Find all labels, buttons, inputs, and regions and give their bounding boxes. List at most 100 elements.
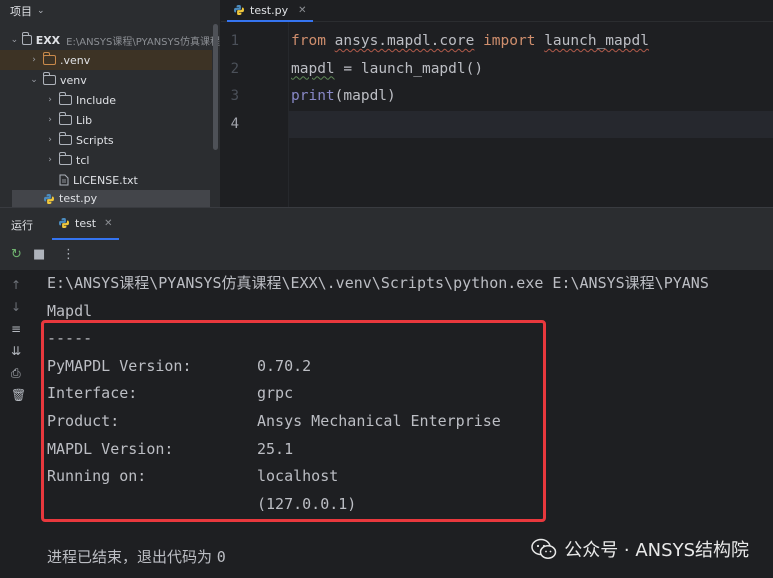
tree-item-label: test.py (59, 192, 98, 205)
code-line[interactable]: mapdl = launch_mapdl() (291, 56, 649, 84)
chevron-down-icon[interactable]: ⌄ (28, 75, 40, 85)
folder-icon (43, 72, 56, 85)
project-panel: 项目 ⌄ ⌄ EXX E:\ANSYS课程\PYANSYS仿真课程 › .ven… (0, 0, 220, 207)
run-side-toolbar: ↑ ↓ ≡ ⇊ ⎙ 🗑 (0, 270, 36, 578)
tree-item-lib[interactable]: › Lib (44, 110, 212, 130)
console-row: Product: Ansys Mechanical Enterprise (47, 408, 709, 436)
console-value: 0.70.2 (257, 356, 312, 375)
run-tab-label: test (75, 216, 97, 230)
root-name: EXX (35, 33, 61, 47)
chevron-right-icon[interactable]: › (44, 95, 56, 105)
console-key: PyMAPDL Version: (47, 356, 192, 375)
assign-op: = (334, 60, 361, 77)
keyword-import: import (483, 33, 536, 49)
chevron-right-icon[interactable]: › (44, 135, 56, 145)
tree-item-label: .venv (60, 53, 91, 67)
tree-item-label: venv (60, 73, 87, 87)
console-header: Mapdl (47, 301, 93, 320)
code-editor[interactable]: test.py ✕ 1 2 3 4 from ansys.mapdl.core … (221, 0, 773, 207)
console-key: MAPDL Version: (47, 439, 174, 458)
tree-item-label: Lib (76, 113, 93, 127)
tree-item-dot-venv[interactable]: › .venv (0, 50, 212, 70)
close-icon[interactable]: ✕ (104, 218, 112, 229)
tree-item-license[interactable]: LICENSE.txt (56, 170, 212, 190)
function-call: launch_mapdl() (360, 60, 484, 77)
process-exit-message: 进程已结束，退出代码为 0 (47, 546, 226, 567)
run-header: 运行 test ✕ (0, 208, 773, 240)
module-name: ansys.mapdl.core (334, 33, 475, 49)
tree-item-label: Include (76, 93, 117, 107)
tab-label: test.py (250, 3, 289, 17)
trash-icon[interactable]: 🗑 (11, 388, 26, 402)
tree-item-scripts[interactable]: › Scripts (44, 130, 212, 150)
builtin-print: print (291, 88, 335, 104)
gutter-separator (288, 22, 289, 207)
console-output[interactable]: E:\ANSYS课程\PYANSYS仿真课程\EXX\.venv\Scripts… (47, 270, 709, 518)
run-tab-test[interactable]: test ✕ (52, 208, 119, 240)
folder-icon (21, 32, 32, 45)
print-args: (mapdl) (334, 88, 396, 104)
console-value: (127.0.0.1) (257, 494, 357, 513)
tree-item-label: Scripts (76, 133, 114, 147)
line-number: 3 (230, 88, 239, 104)
more-options-icon[interactable]: ⋮ (62, 247, 75, 262)
line-number: 1 (230, 33, 239, 49)
arrow-down-icon[interactable]: ↓ (11, 300, 21, 314)
stop-icon[interactable]: ■ (33, 247, 45, 262)
line-gutter: 1 2 3 4 (221, 28, 281, 138)
console-value: localhost (257, 467, 339, 486)
chevron-right-icon[interactable]: › (44, 115, 56, 125)
root-path: E:\ANSYS课程\PYANSYS仿真课程 (66, 36, 220, 48)
python-file-icon (44, 193, 54, 204)
console-value: grpc (257, 384, 294, 403)
code-line[interactable]: print(mapdl) (291, 83, 649, 111)
code-line[interactable] (291, 111, 649, 139)
watermark-text: 公众号 · ANSYS结构院 (564, 540, 749, 561)
folder-icon (59, 152, 72, 165)
editor-tab-bar: test.py ✕ (221, 0, 773, 22)
console-key: Product: (47, 411, 120, 430)
tree-item-tcl[interactable]: › tcl (44, 150, 212, 170)
rerun-icon[interactable]: ↻ (11, 247, 22, 262)
python-file-icon (59, 218, 69, 228)
folder-icon (59, 112, 72, 125)
console-key: Running on: (47, 467, 147, 486)
chevron-down-icon[interactable]: ⌄ (10, 35, 19, 45)
code-content[interactable]: from ansys.mapdl.core import launch_mapd… (291, 28, 649, 138)
project-title: 项目 (10, 5, 32, 18)
keyword-from: from (291, 33, 326, 49)
watermark: 公众号 · ANSYS结构院 (531, 536, 749, 562)
arrow-up-icon[interactable]: ↑ (11, 278, 21, 292)
chevron-right-icon[interactable]: › (44, 155, 56, 165)
folder-icon (43, 52, 56, 65)
console-row: Running on: localhost (47, 463, 709, 491)
print-icon[interactable]: ⎙ (11, 366, 21, 381)
project-header[interactable]: 项目 ⌄ (0, 0, 220, 22)
soft-wrap-icon[interactable]: ≡ (11, 322, 21, 336)
line-number: 4 (230, 115, 239, 132)
import-name: launch_mapdl (544, 33, 649, 49)
console-row: Interface: grpc (47, 380, 709, 408)
tree-root[interactable]: ⌄ EXX E:\ANSYS课程\PYANSYS仿真课程 (10, 30, 220, 50)
console-separator: ----- (47, 329, 93, 348)
console-value: Ansys Mechanical Enterprise (257, 411, 501, 430)
console-row: (127.0.0.1) (47, 491, 709, 519)
tree-item-include[interactable]: › Include (44, 90, 212, 110)
folder-icon (59, 92, 72, 105)
console-row: PyMAPDL Version: 0.70.2 (47, 353, 709, 381)
chevron-down-icon[interactable]: ⌄ (37, 6, 45, 16)
tree-item-venv[interactable]: ⌄ venv (28, 70, 212, 90)
close-icon[interactable]: ✕ (298, 5, 306, 16)
text-file-icon (59, 174, 69, 186)
tab-test-py[interactable]: test.py ✕ (227, 0, 313, 22)
console-key: Interface: (47, 384, 138, 403)
tree-item-test-py[interactable]: test.py (12, 190, 210, 207)
tree-item-label: tcl (76, 153, 90, 167)
console-value: 25.1 (257, 439, 294, 458)
run-title: 运行 (11, 219, 33, 232)
run-toolbar: ↻ ■ ⋮ (0, 240, 773, 270)
code-line[interactable]: from ansys.mapdl.core import launch_mapd… (291, 28, 649, 56)
scroll-to-end-icon[interactable]: ⇊ (11, 344, 21, 358)
chevron-right-icon[interactable]: › (28, 55, 40, 65)
project-scrollbar[interactable] (213, 24, 218, 150)
